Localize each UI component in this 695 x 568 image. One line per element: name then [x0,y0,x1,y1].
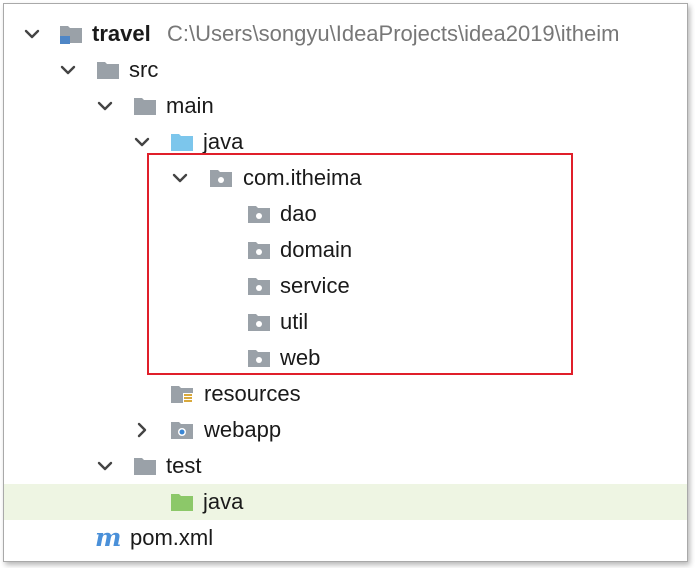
tree-row-service[interactable]: service [4,268,687,304]
tree-label-resources: resources [204,381,301,406]
tree-row-util[interactable]: util [4,304,687,340]
tree-row-test[interactable]: test [4,448,687,484]
tree-label-test: test [166,453,202,478]
tree-row-travel[interactable]: travel C:\Users\songyu\IdeaProjects\idea… [4,16,687,52]
tree-row-resources[interactable]: resources [4,376,687,412]
tree-row-domain[interactable]: domain [4,232,687,268]
tree-row-main[interactable]: main [4,88,687,124]
chevron-down-icon[interactable] [131,131,153,153]
chevron-right-icon[interactable] [131,419,153,441]
chevron-down-icon[interactable] [94,95,116,117]
package-icon [248,206,270,223]
tree-label-main: main [166,93,214,118]
package-icon [248,350,270,367]
tree-label-dao: dao [280,201,317,226]
maven-m-icon: m [95,526,121,550]
tree-label-webapp: webapp [204,417,282,442]
chevron-down-icon[interactable] [21,23,43,45]
tree-label-src: src [129,57,159,82]
chevron-down-icon[interactable] [94,455,116,477]
project-tree-panel: travel C:\Users\songyu\IdeaProjects\idea… [3,3,688,562]
package-icon [248,242,270,259]
tree-label-service: service [280,273,350,298]
tree-row-dao[interactable]: dao [4,196,687,232]
package-icon [248,314,270,331]
tree-label-pom: pom.xml [130,525,214,550]
module-path: C:\Users\songyu\IdeaProjects\idea2019\it… [167,21,620,46]
folder-icon [134,98,156,115]
tree-label-domain: domain [280,237,353,262]
tree-label-com-itheima: com.itheima [243,165,362,190]
source-root-folder-icon [171,134,193,151]
tree-row-com-itheima[interactable]: com.itheima [4,160,687,196]
chevron-down-icon[interactable] [169,167,191,189]
svg-text:m: m [95,526,121,550]
module-folder-icon [60,26,82,44]
tree-label-util: util [280,309,309,334]
test-source-root-folder-icon [171,494,193,511]
resources-root-folder-icon [171,386,193,404]
tree-row-web[interactable]: web [4,340,687,376]
tree-row-test-java[interactable]: java [4,484,687,520]
package-icon [210,170,232,187]
package-icon [248,278,270,295]
tree-label-main-java: java [203,129,244,154]
tree-row-src[interactable]: src [4,52,687,88]
folder-icon [97,62,119,79]
folder-icon [134,458,156,475]
tree-row-pom[interactable]: m pom.xml [4,520,687,556]
web-folder-icon [171,422,193,439]
tree-label-travel: travel [92,21,151,46]
project-tree: travel C:\Users\songyu\IdeaProjects\idea… [4,4,687,561]
chevron-down-icon[interactable] [57,59,79,81]
tree-label-test-java: java [203,489,244,514]
tree-label-web: web [280,345,321,370]
tree-row-webapp[interactable]: webapp [4,412,687,448]
tree-row-main-java[interactable]: java [4,124,687,160]
